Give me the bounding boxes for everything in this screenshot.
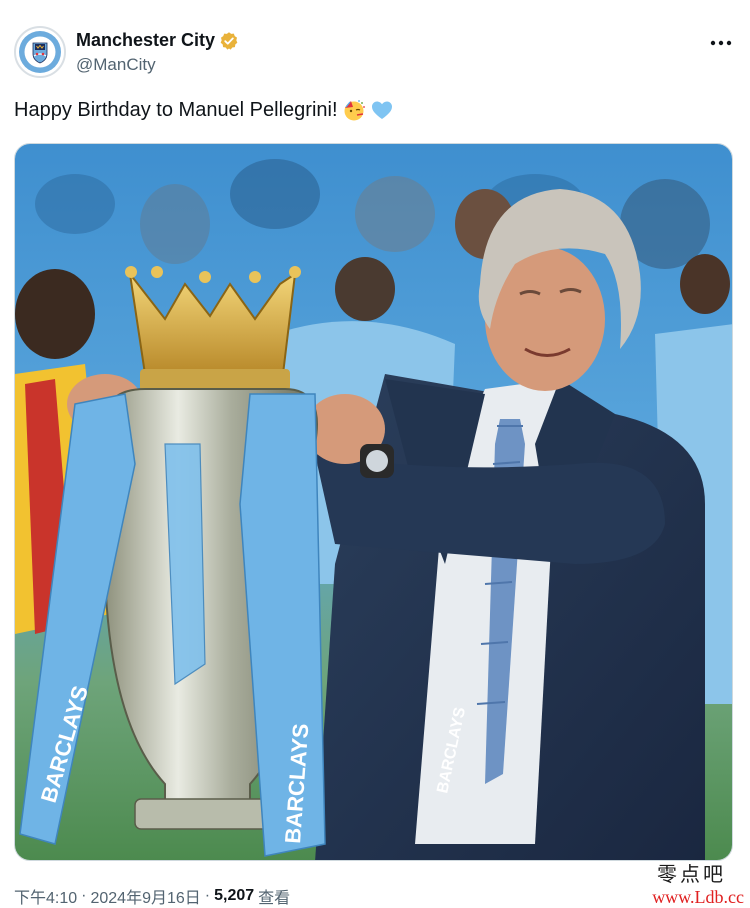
light-blue-heart-icon [370, 98, 394, 122]
display-name-row: Manchester City [76, 30, 239, 51]
watermark-site-name: 零点吧 [657, 862, 726, 886]
verified-badge-icon[interactable] [219, 31, 239, 51]
tweet-date[interactable]: 2024年9月16日 [90, 884, 200, 908]
more-options-button[interactable] [708, 30, 734, 56]
site-watermark: 零点吧 www.Ldb.cc [614, 858, 744, 908]
photo-illustration: BARCLAYS BARCLAYS BARCLAYS [15, 144, 732, 860]
tweet-media-photo[interactable]: BARCLAYS BARCLAYS BARCLAYS [14, 143, 733, 861]
man-city-crest-icon [19, 31, 61, 73]
party-face-icon [342, 98, 366, 122]
author-handle[interactable]: @ManCity [76, 55, 239, 75]
footer-separator: · [204, 887, 211, 904]
views-count[interactable]: 5,207 [214, 887, 254, 905]
author-avatar[interactable] [14, 26, 66, 78]
more-dots-icon [710, 40, 732, 46]
tweet-text: Happy Birthday to Manuel Pellegrini! [14, 98, 394, 122]
watermark-url: www.Ldb.cc [652, 887, 744, 907]
footer-separator: · [81, 887, 87, 904]
author-name-block: Manchester City @ManCity [76, 30, 239, 75]
author-display-name[interactable]: Manchester City [76, 30, 215, 51]
views-label: 查看 [258, 890, 291, 907]
tweet-text-body: Happy Birthday to Manuel Pellegrini! [14, 98, 338, 121]
tweet-header: Manchester City @ManCity [14, 26, 736, 82]
tweet-footer: 下午4:10 · 2024年9月16日 · 5,207 查看 [14, 884, 290, 908]
tweet-time[interactable]: 下午4:10 [14, 884, 77, 908]
